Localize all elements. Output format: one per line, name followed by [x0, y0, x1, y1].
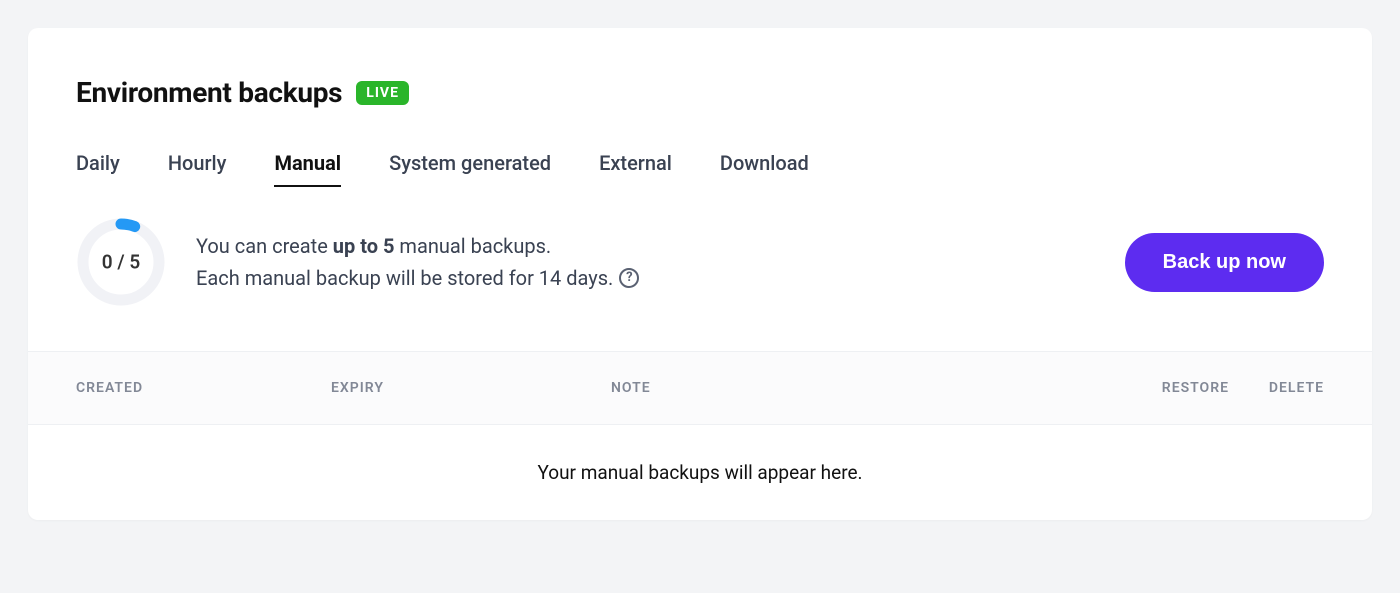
tab-hourly[interactable]: Hourly	[168, 151, 227, 187]
column-expiry: EXPIRY	[331, 380, 611, 396]
card-header: Environment backups LIVE Daily Hourly Ma…	[28, 28, 1372, 187]
info-line-1: You can create up to 5 manual backups.	[196, 230, 639, 262]
info-section: 0 / 5 You can create up to 5 manual back…	[28, 217, 1372, 351]
gauge-label: 0 / 5	[102, 251, 140, 274]
column-note: NOTE	[611, 380, 1069, 396]
help-icon[interactable]: ?	[619, 268, 639, 288]
column-restore: RESTORE	[1069, 380, 1229, 396]
info-line-2: Each manual backup will be stored for 14…	[196, 262, 639, 294]
backups-card: Environment backups LIVE Daily Hourly Ma…	[28, 28, 1372, 520]
title-row: Environment backups LIVE	[76, 76, 1324, 109]
column-delete: DELETE	[1229, 380, 1324, 396]
table-header: CREATED EXPIRY NOTE RESTORE DELETE	[28, 351, 1372, 425]
info-left: 0 / 5 You can create up to 5 manual back…	[76, 217, 639, 307]
tab-daily[interactable]: Daily	[76, 151, 120, 187]
live-badge: LIVE	[356, 81, 409, 105]
tab-external[interactable]: External	[599, 151, 672, 187]
tab-manual[interactable]: Manual	[274, 151, 341, 187]
page-title: Environment backups	[76, 76, 342, 109]
usage-gauge: 0 / 5	[76, 217, 166, 307]
backup-now-button[interactable]: Back up now	[1125, 233, 1324, 292]
tab-system-generated[interactable]: System generated	[389, 151, 551, 187]
tab-download[interactable]: Download	[720, 151, 809, 187]
info-text: You can create up to 5 manual backups. E…	[196, 230, 639, 294]
tabs: Daily Hourly Manual System generated Ext…	[76, 151, 1324, 187]
empty-state: Your manual backups will appear here.	[28, 425, 1372, 520]
column-created: CREATED	[76, 380, 331, 396]
